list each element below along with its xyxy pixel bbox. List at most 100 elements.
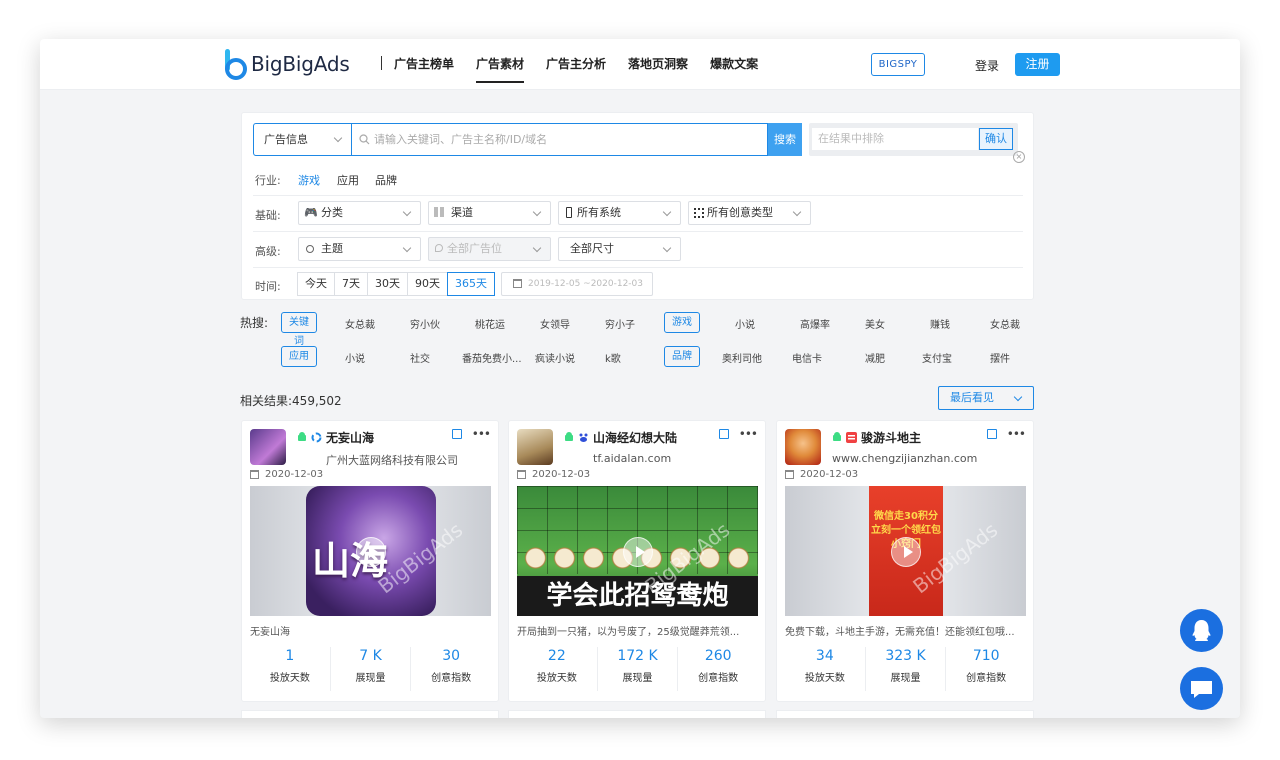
- creative-type-dropdown[interactable]: 所有创意类型: [688, 201, 811, 225]
- qq-support-button[interactable]: [1180, 609, 1223, 652]
- card-title: 山海经幻想大陆: [593, 430, 678, 445]
- channel-dropdown[interactable]: 渠道: [428, 201, 551, 225]
- row1-keyword[interactable]: 桃花运: [475, 316, 505, 331]
- register-button[interactable]: 注册: [1015, 53, 1060, 76]
- nav-advertiser-ranking[interactable]: 广告主榜单: [394, 39, 454, 90]
- card-title: 骏游斗地主: [861, 430, 922, 445]
- calendar-icon: [513, 279, 522, 288]
- open-external-icon[interactable]: [986, 429, 997, 439]
- row2-keyword[interactable]: 减肥: [865, 350, 885, 365]
- card-header: 骏游斗地主: [832, 429, 921, 445]
- theme-dropdown[interactable]: 主题: [298, 237, 421, 261]
- chevron-down-icon: [402, 243, 412, 253]
- logo[interactable]: BigBigAds: [223, 47, 350, 81]
- card-date-value: 2020-12-03: [265, 469, 324, 480]
- time-7d[interactable]: 7天: [334, 272, 368, 296]
- row2-keyword[interactable]: 支付宝: [922, 350, 952, 365]
- row1-keyword[interactable]: 小说: [735, 316, 755, 331]
- stat-creative: 260 创意指数: [678, 647, 758, 691]
- nav-landing-page-insights[interactable]: 落地页洞察: [628, 39, 688, 90]
- search-placeholder: 请输入关键词、广告主名称/ID/域名: [374, 133, 548, 146]
- time-365d[interactable]: 365天: [447, 272, 495, 296]
- date-range-picker[interactable]: 2019-12-05 ~2020-12-03: [501, 272, 653, 296]
- row1-keyword[interactable]: 穷小伙: [410, 316, 440, 331]
- ad-card[interactable]: 骏游斗地主 ••• www.chengzijianzhan.com 2020-1…: [776, 420, 1034, 702]
- sort-dropdown[interactable]: 最后看见: [938, 386, 1034, 410]
- card-media[interactable]: 学会此招鸳鸯炮 BigBigAds: [517, 486, 758, 616]
- more-icon[interactable]: •••: [739, 428, 758, 440]
- card-header: 无妄山海: [297, 429, 374, 445]
- card-media[interactable]: 山海 BigBigAds: [250, 486, 491, 616]
- row1-keyword[interactable]: 女领导: [540, 316, 570, 331]
- stat-creative-value: 710: [972, 648, 1000, 664]
- stat-impressions-label: 展现量: [622, 673, 653, 684]
- row2-keyword[interactable]: 番茄免费小...: [462, 350, 522, 365]
- system-value: 所有系统: [577, 206, 621, 219]
- open-external-icon[interactable]: [718, 429, 729, 439]
- search-input[interactable]: 请输入关键词、广告主名称/ID/域名: [351, 123, 768, 156]
- ad-position-dropdown[interactable]: 全部广告位: [428, 237, 551, 261]
- row1-keyword[interactable]: 赚钱: [930, 316, 950, 331]
- row2-keyword[interactable]: 小说: [345, 350, 365, 365]
- row2-keyword[interactable]: 疯读小说: [535, 350, 575, 365]
- nav-ad-creatives[interactable]: 广告素材: [476, 39, 525, 90]
- play-icon[interactable]: [623, 537, 653, 567]
- login-link[interactable]: 登录: [975, 57, 999, 74]
- row2-keyword[interactable]: 社交: [410, 350, 430, 365]
- nav-advertiser-analysis[interactable]: 广告主分析: [546, 39, 606, 90]
- card-media[interactable]: 微信走30积分立刻一个领红包小窍门 BigBigAds: [785, 486, 1026, 616]
- time-today[interactable]: 今天: [297, 272, 335, 296]
- industry-app[interactable]: 应用: [337, 172, 359, 188]
- category-dropdown[interactable]: 🎮 分类: [298, 201, 421, 225]
- row1-category-tag[interactable]: 关键词: [281, 312, 317, 347]
- chevron-down-icon: [333, 133, 343, 143]
- exclude-input[interactable]: 在结果中排除: [812, 128, 978, 150]
- play-icon[interactable]: [356, 537, 386, 567]
- row1-category-tag[interactable]: 游戏: [664, 312, 700, 333]
- row2-keyword[interactable]: 电信卡: [792, 350, 822, 365]
- stat-impressions-label: 展现量: [890, 673, 921, 684]
- more-icon[interactable]: •••: [472, 428, 491, 440]
- ad-card[interactable]: 山海经幻想大陆 ••• tf.aidalan.com 2020-12-03 学会…: [508, 420, 766, 702]
- row2-category-tag[interactable]: 应用: [281, 346, 317, 367]
- row2-keyword[interactable]: 摆件: [990, 350, 1010, 365]
- row2-keyword[interactable]: k歌: [605, 350, 621, 365]
- system-dropdown[interactable]: 所有系统: [558, 201, 681, 225]
- nav-hot-copy[interactable]: 爆款文案: [710, 39, 758, 90]
- row2-keyword[interactable]: 奥利司他: [722, 350, 762, 365]
- search-button[interactable]: 搜索: [768, 123, 802, 156]
- more-icon[interactable]: •••: [1007, 428, 1026, 440]
- row1-keyword[interactable]: 高爆率: [800, 316, 830, 331]
- confirm-button[interactable]: 确认: [979, 128, 1013, 150]
- stat-creative-label: 创意指数: [698, 673, 739, 684]
- row1-keyword[interactable]: 女总裁: [990, 316, 1020, 331]
- chat-button[interactable]: [1180, 667, 1223, 710]
- stat-creative: 30 创意指数: [411, 647, 491, 691]
- ad-position-value: 全部广告位: [447, 242, 502, 255]
- ad-card-next-row[interactable]: [776, 710, 1034, 718]
- industry-game[interactable]: 游戏: [298, 172, 320, 188]
- search-type-select[interactable]: 广告信息: [253, 123, 351, 156]
- card-stats: 1 投放天数 7 K 展现量 30 创意指数: [250, 647, 491, 691]
- exclude-box: 在结果中排除 确认: [809, 123, 1018, 156]
- row1-keyword[interactable]: 穷小子: [605, 316, 635, 331]
- chevron-down-icon: [1013, 392, 1023, 402]
- card-date: 2020-12-03: [785, 469, 858, 480]
- size-dropdown[interactable]: 全部尺寸: [558, 237, 681, 261]
- time-90d[interactable]: 90天: [407, 272, 448, 296]
- stat-impressions-value: 7 K: [359, 648, 382, 664]
- stat-days: 22 投放天数: [517, 647, 598, 691]
- ad-card-next-row[interactable]: [241, 710, 499, 718]
- ad-card-next-row[interactable]: [508, 710, 766, 718]
- toutiao-icon: [846, 431, 857, 443]
- row2-category-tag[interactable]: 品牌: [664, 346, 700, 367]
- row1-keyword[interactable]: 女总裁: [345, 316, 375, 331]
- bigspy-button[interactable]: BIGSPY: [871, 53, 925, 76]
- industry-brand[interactable]: 品牌: [375, 172, 397, 188]
- play-icon[interactable]: [891, 537, 921, 567]
- ad-card[interactable]: 无妄山海 ••• 广州大蓝网络科技有限公司 2020-12-03 山海 BigB…: [241, 420, 499, 702]
- time-30d[interactable]: 30天: [367, 272, 408, 296]
- row1-keyword[interactable]: 美女: [865, 316, 885, 331]
- logo-text: BigBigAds: [251, 52, 350, 76]
- open-external-icon[interactable]: [451, 429, 462, 439]
